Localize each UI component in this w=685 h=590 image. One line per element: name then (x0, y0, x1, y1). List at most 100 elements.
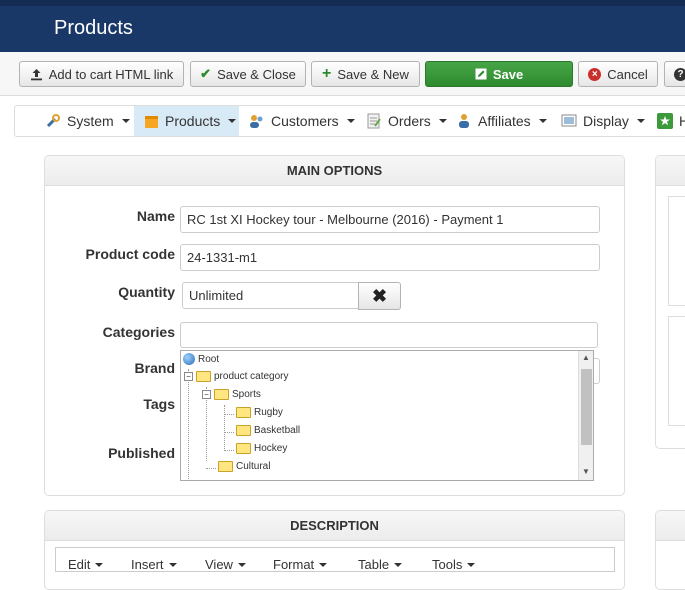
menu-display-label: Display (583, 113, 629, 129)
page-title: Products (54, 17, 133, 39)
tree-scrollbar[interactable]: ▲ ▼ (578, 351, 593, 480)
box-icon (145, 115, 158, 128)
editor-menu-edit[interactable]: Edit (68, 557, 104, 572)
menu-customers[interactable]: Customers (248, 106, 355, 136)
help-button[interactable]: ? (664, 61, 685, 87)
collapse-icon[interactable]: − (202, 390, 211, 399)
tree-hockey-label: Hockey (254, 443, 288, 454)
chevron-down-icon (121, 119, 130, 123)
side-panel-header (656, 156, 685, 186)
tree-cultural-label: Cultural (236, 461, 271, 472)
folder-icon (236, 425, 251, 436)
menu-system-label: System (67, 113, 114, 129)
name-field[interactable]: RC 1st XI Hockey tour - Melbourne (2016)… (180, 206, 600, 233)
side-panel-box-2 (668, 316, 685, 426)
folder-icon (214, 389, 229, 400)
star-icon (657, 113, 673, 129)
chevron-down-icon (228, 119, 237, 123)
menu-affiliates-label: Affiliates (478, 113, 531, 129)
title-bar-stripe (0, 0, 685, 6)
users-icon (250, 115, 263, 128)
menu-affiliates[interactable]: Affiliates (456, 106, 547, 136)
tags-label: Tags (143, 396, 175, 412)
tree-node-basketball[interactable]: Basketball (236, 425, 300, 436)
side-panel (655, 155, 685, 449)
side-panel-box (668, 196, 685, 306)
quantity-label: Quantity (118, 284, 175, 300)
editor-menu-view[interactable]: View (205, 557, 246, 572)
editor-menu-tools[interactable]: Tools (432, 557, 476, 572)
save-new-button[interactable]: + Save & New (311, 61, 420, 87)
editor-menu-table[interactable]: Table (358, 557, 403, 572)
chevron-down-icon (95, 562, 104, 567)
product-code-field[interactable]: 24-1331-m1 (180, 244, 600, 271)
menu-orders-label: Orders (388, 113, 431, 129)
menu-more[interactable]: H (657, 106, 685, 136)
chevron-down-icon (467, 562, 476, 567)
scrollbar-thumb[interactable] (581, 369, 592, 445)
tree-product-category-label: product category (214, 371, 289, 382)
editor-menu-format-label: Format (273, 557, 315, 572)
scroll-up-icon[interactable]: ▲ (582, 353, 590, 362)
tree-sports-label: Sports (232, 389, 261, 400)
cancel-label: Cancel (607, 66, 648, 82)
tree-node-rugby[interactable]: Rugby (236, 407, 283, 418)
edit-icon (475, 68, 487, 80)
toolbar: Add to cart HTML link ✔ Save & Close + S… (0, 52, 685, 96)
tree-node-hockey[interactable]: Hockey (236, 443, 287, 454)
side-panel-lower-header (656, 511, 685, 541)
folder-icon (236, 443, 251, 454)
tree-node-root[interactable]: Root (183, 353, 219, 365)
main-options-header: MAIN OPTIONS (45, 156, 624, 186)
close-icon: ✖ (371, 286, 388, 306)
collapse-icon[interactable]: − (184, 372, 193, 381)
editor-menubar: Edit Insert View Format Table Tools (55, 547, 615, 572)
menu-system[interactable]: System (45, 106, 130, 136)
add-to-cart-label: Add to cart HTML link (48, 66, 174, 82)
menu-more-label: H (679, 113, 685, 129)
add-to-cart-link-button[interactable]: Add to cart HTML link (19, 61, 184, 87)
menu-orders[interactable]: Orders (366, 106, 447, 136)
menu-customers-label: Customers (271, 113, 339, 129)
chevron-down-icon (319, 562, 328, 567)
tree-node-sports[interactable]: − Sports (202, 389, 261, 400)
chevron-down-icon (636, 119, 645, 123)
menu-products[interactable]: Products (134, 106, 239, 136)
save-button[interactable]: Save (425, 61, 573, 87)
cancel-button[interactable]: × Cancel (578, 61, 658, 87)
plus-icon: + (322, 65, 332, 82)
editor-menu-view-label: View (205, 557, 233, 572)
affiliates-icon (459, 114, 469, 128)
categories-field[interactable] (180, 322, 598, 348)
editor-menu-tools-label: Tools (432, 557, 463, 572)
scroll-down-icon[interactable]: ▼ (582, 467, 590, 476)
check-icon: ✔ (200, 66, 212, 81)
tree-node-product-category[interactable]: − product category (184, 371, 289, 382)
categories-label: Categories (102, 324, 175, 340)
quantity-field[interactable]: Unlimited (182, 282, 360, 309)
editor-menu-insert-label: Insert (131, 557, 164, 572)
editor-menu-format[interactable]: Format (273, 557, 328, 572)
menu-display[interactable]: Display (561, 106, 645, 136)
category-tree: Root − product category − Sports Rugby B… (180, 350, 594, 481)
save-close-label: Save & Close (217, 66, 296, 82)
side-panel-lower (655, 510, 685, 590)
help-icon: ? (674, 67, 685, 81)
editor-menu-insert[interactable]: Insert (131, 557, 177, 572)
save-label: Save (492, 66, 524, 82)
folder-icon (218, 461, 233, 472)
chevron-down-icon (168, 562, 177, 567)
upload-icon (30, 68, 42, 80)
chevron-down-icon (438, 119, 447, 123)
display-icon (561, 114, 577, 127)
cancel-icon: × (588, 67, 602, 81)
product-code-label: Product code (85, 246, 175, 262)
menu-products-label: Products (165, 113, 221, 129)
clear-quantity-button[interactable]: ✖ (358, 282, 401, 310)
save-new-label: Save & New (337, 66, 409, 82)
save-close-button[interactable]: ✔ Save & Close (190, 61, 306, 87)
description-header: DESCRIPTION (45, 511, 624, 541)
title-bar: Products (0, 0, 685, 52)
editor-menu-table-label: Table (358, 557, 390, 572)
tree-node-cultural[interactable]: Cultural (218, 461, 270, 472)
